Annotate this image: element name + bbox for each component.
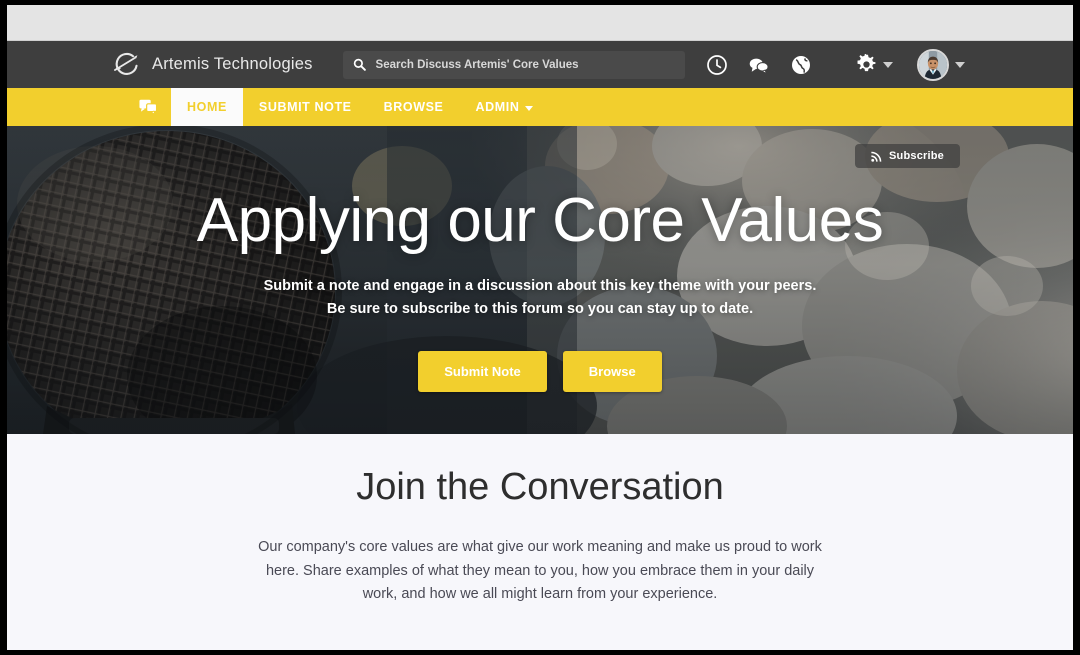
browser-window: Artemis Technologies Search Discuss Arte…	[7, 5, 1073, 650]
nav-label-admin: ADMIN	[475, 100, 520, 114]
nav-label-browse: BROWSE	[383, 100, 444, 114]
tab-submit-note[interactable]: SUBMIT NOTE	[243, 88, 368, 126]
nav-label-submit-note: SUBMIT NOTE	[258, 100, 352, 114]
subscribe-button[interactable]: Subscribe	[855, 144, 960, 168]
join-conversation-section: Join the Conversation Our company's core…	[7, 434, 1073, 607]
page-title: Applying our Core Values	[196, 186, 884, 255]
hero-action-group: Submit Note Browse	[7, 351, 1073, 393]
chevron-down-icon	[525, 105, 534, 111]
browser-toolbar	[7, 5, 1073, 41]
artemis-bow-arrow-icon	[114, 52, 138, 75]
hero-banner: Subscribe Applying our Core Values Submi…	[7, 126, 1073, 434]
submit-note-button[interactable]: Submit Note	[418, 351, 547, 393]
section-body: Our company's core values are what give …	[258, 539, 822, 603]
search-icon	[353, 58, 366, 71]
settings-menu[interactable]	[856, 54, 893, 75]
main-navigation: HOME SUBMIT NOTE BROWSE ADMIN	[7, 88, 1073, 126]
section-title: Join the Conversation	[356, 466, 724, 508]
browse-button[interactable]: Browse	[562, 351, 662, 393]
discussions-icon	[139, 99, 157, 115]
user-menu[interactable]	[917, 48, 965, 81]
brand-logo-link[interactable]: Artemis Technologies	[111, 52, 313, 78]
tab-home[interactable]: HOME	[171, 88, 243, 126]
site-header: Artemis Technologies Search Discuss Arte…	[7, 41, 1073, 88]
gear-icon	[857, 54, 876, 72]
search-input[interactable]: Search Discuss Artemis' Core Values	[342, 50, 685, 79]
search-placeholder: Search Discuss Artemis' Core Values	[375, 58, 579, 71]
rss-icon	[871, 151, 882, 162]
hero-subtitle: Submit a note and engage in a discussion…	[263, 278, 817, 317]
chevron-down-icon	[955, 61, 965, 68]
global-notifications-icon[interactable]	[791, 55, 811, 75]
brand-name: Artemis Technologies	[152, 55, 313, 73]
recent-activity-icon[interactable]	[706, 54, 727, 75]
messages-icon[interactable]	[749, 55, 769, 75]
header-account-area	[856, 48, 965, 81]
tab-browse[interactable]: BROWSE	[368, 88, 460, 126]
nav-label-home: HOME	[187, 100, 227, 114]
subscribe-label: Subscribe	[889, 150, 944, 162]
sidebar-item-discussions[interactable]	[125, 88, 171, 126]
chevron-down-icon	[883, 61, 893, 68]
avatar	[917, 48, 949, 81]
header-icon-group	[706, 54, 811, 75]
tab-admin[interactable]: ADMIN	[459, 88, 549, 126]
